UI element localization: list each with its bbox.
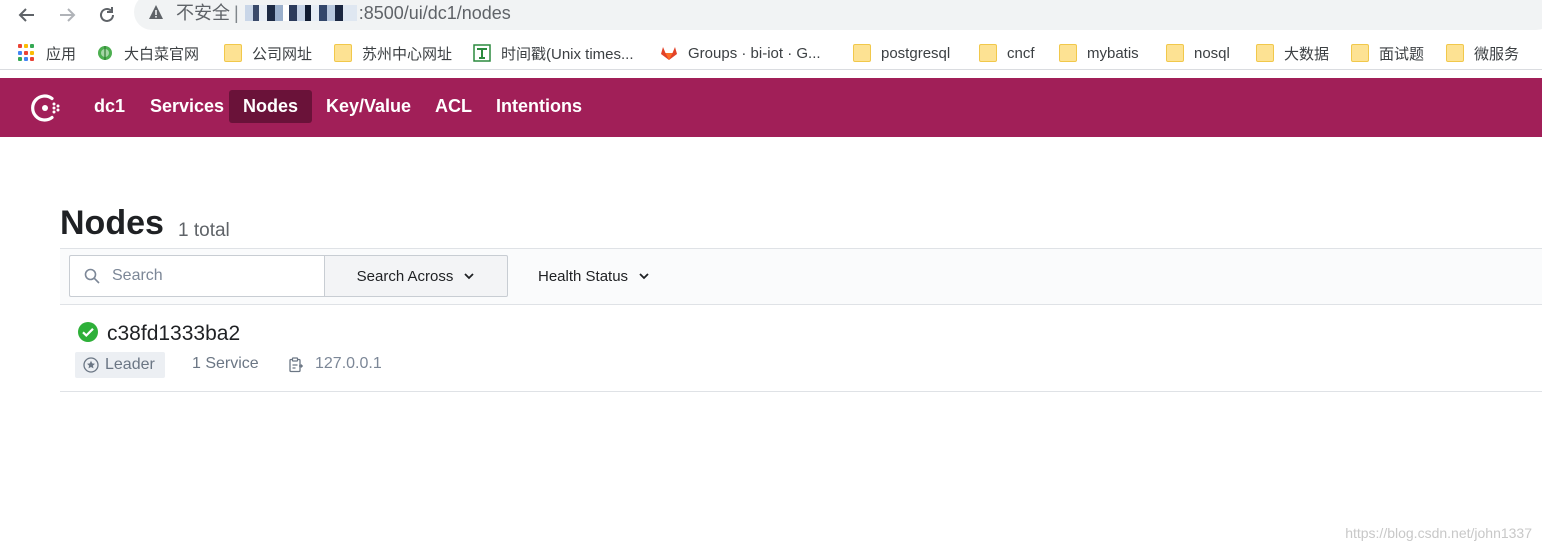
reload-icon (100, 7, 114, 22)
forward-arrow-icon (60, 8, 76, 22)
redacted-host (244, 5, 357, 21)
chevron-down-icon (464, 273, 474, 280)
search-input[interactable] (112, 262, 312, 290)
back-arrow-icon (18, 8, 34, 22)
node-address: 127.0.0.1 (315, 355, 382, 372)
bookmark-company-sites[interactable]: 公司网址 (224, 42, 312, 64)
bookmark-cncf[interactable]: cncf (979, 42, 1035, 64)
bookmark-timestamp[interactable]: 时间戳(Unix times... (473, 42, 634, 64)
bookmark-big-data[interactable]: 大数据 (1256, 42, 1329, 64)
bookmark-label: 公司网址 (252, 45, 313, 63)
page-title: Nodes (60, 204, 164, 242)
address-text: 不安全 | :8500/ui/dc1/nodes (176, 2, 511, 24)
health-status-label: Health Status (538, 267, 629, 285)
bookmark-microservices[interactable]: 微服务 (1446, 42, 1519, 64)
folder-icon (979, 44, 997, 62)
bookmark-label: 应用 (46, 45, 77, 63)
nav-services[interactable]: Services (136, 90, 238, 123)
search-icon (84, 268, 100, 284)
node-list-item[interactable] (60, 305, 1542, 392)
folder-icon (224, 44, 242, 62)
clipboard-icon[interactable] (288, 357, 304, 373)
consul-header: dc1 Services Nodes Key/Value ACL Intenti… (0, 78, 1542, 137)
health-passing-icon (78, 322, 98, 342)
consul-logo-icon[interactable] (28, 90, 64, 126)
chevron-down-icon (639, 273, 649, 280)
bookmark-label: cncf (1007, 44, 1035, 62)
nav-key-value[interactable]: Key/Value (312, 90, 425, 123)
bookmark-dabaicai[interactable]: 大白菜官网 (96, 42, 199, 64)
bookmark-label: mybatis (1087, 44, 1139, 62)
bookmark-gitlab-groups[interactable]: Groups · bi-iot · G... (660, 42, 821, 64)
gitlab-icon (661, 47, 677, 60)
search-across-dropdown[interactable]: Search Across (324, 255, 508, 297)
bookmark-interview[interactable]: 面试题 (1351, 42, 1424, 64)
folder-icon (1351, 44, 1369, 62)
bookmark-label: 时间戳(Unix times... (501, 45, 634, 63)
node-name-link[interactable]: c38fd1333ba2 (107, 322, 240, 346)
leader-badge: Leader (75, 352, 165, 378)
warning-icon (149, 5, 163, 19)
address-path: :8500/ui/dc1/nodes (358, 3, 511, 23)
nav-acl[interactable]: ACL (421, 90, 486, 123)
bookmark-label: nosql (1194, 44, 1230, 62)
folder-icon (1256, 44, 1274, 62)
bookmark-label: 苏州中心网址 (362, 45, 453, 63)
folder-icon (1446, 44, 1464, 62)
leader-label: Leader (105, 356, 155, 373)
bookmark-postgresql[interactable]: postgresql (853, 42, 950, 64)
apps-grid-icon (18, 44, 36, 62)
bookmark-label: Groups · bi-iot · G... (688, 44, 821, 62)
back-button[interactable] (14, 2, 40, 28)
address-separator: | (234, 3, 239, 23)
nav-intentions[interactable]: Intentions (482, 90, 596, 123)
folder-icon (1166, 44, 1184, 62)
bookmark-nosql[interactable]: nosql (1166, 42, 1230, 64)
nav-nodes[interactable]: Nodes (229, 90, 313, 123)
security-label: 不安全 (176, 3, 230, 23)
reload-button[interactable] (94, 2, 120, 28)
folder-icon (853, 44, 871, 62)
watermark: https://blog.csdn.net/john1337 (1345, 525, 1532, 541)
forward-button[interactable] (54, 2, 80, 28)
bookmark-mybatis[interactable]: mybatis (1059, 42, 1139, 64)
star-icon (83, 357, 99, 373)
bookmark-label: postgresql (881, 44, 951, 62)
bookmark-label: 面试题 (1379, 45, 1425, 63)
bookmarks-bar: 应用 大白菜官网 公司网址 苏州中心网址 时间戳(Unix times... G… (0, 36, 1542, 70)
browser-toolbar: 不安全 | :8500/ui/dc1/nodes (0, 0, 1542, 30)
bookmark-label: 微服务 (1474, 45, 1520, 63)
datacenter-selector[interactable]: dc1 (80, 90, 139, 123)
cabbage-icon (98, 46, 112, 60)
folder-icon (334, 44, 352, 62)
bookmark-apps[interactable]: 应用 (18, 42, 76, 64)
bookmark-suzhou-sites[interactable]: 苏州中心网址 (334, 42, 452, 64)
bookmark-label: 大数据 (1284, 45, 1330, 63)
bookmark-label: 大白菜官网 (124, 45, 200, 63)
folder-icon (1059, 44, 1077, 62)
search-across-label: Search Across (356, 267, 454, 285)
node-count: 1 total (178, 220, 230, 241)
service-count: 1 Service (192, 355, 259, 372)
timestamp-site-icon (473, 44, 491, 62)
health-status-dropdown[interactable]: Health Status (538, 262, 650, 290)
